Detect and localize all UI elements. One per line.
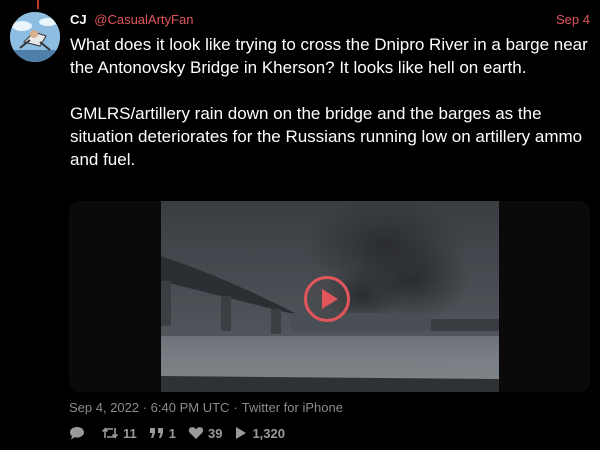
avatar-image <box>10 12 60 62</box>
comment-icon <box>70 427 84 440</box>
like-count: 39 <box>207 425 223 441</box>
retweet-icon <box>101 427 119 439</box>
avatar[interactable] <box>10 12 60 62</box>
play-count-icon <box>236 427 247 439</box>
meta-separator: · <box>233 400 238 415</box>
video-player[interactable] <box>69 201 590 392</box>
views-button[interactable]: 1,320 <box>234 426 285 441</box>
like-button[interactable]: 39 <box>188 426 222 441</box>
heart-icon <box>188 427 204 439</box>
play-button[interactable] <box>304 276 350 322</box>
quote-button[interactable]: 1 <box>149 426 176 441</box>
play-icon <box>322 289 338 309</box>
quote-count: 1 <box>168 425 176 441</box>
tweet-text: What does it look like trying to cross t… <box>70 35 588 169</box>
quote-icon <box>149 428 163 438</box>
view-count: 1,320 <box>252 425 285 441</box>
thread-line <box>37 0 39 9</box>
retweet-button[interactable]: 11 <box>101 426 137 441</box>
tweet-timestamp[interactable]: Sep 4, 2022 · 6:40 PM UTC <box>69 400 229 415</box>
tweet-source: Twitter for iPhone <box>241 400 343 415</box>
author-name[interactable]: CJ <box>70 12 87 27</box>
retweet-count: 11 <box>123 425 137 441</box>
tweet-actions: 11 1 39 1,320 <box>69 424 297 442</box>
author-handle[interactable]: @CasualArtyFan <box>94 12 193 27</box>
tweet-date[interactable]: Sep 4 <box>556 11 590 29</box>
reply-button[interactable] <box>69 426 89 440</box>
tweet-header: CJ @CasualArtyFan Sep 4 <box>70 11 590 29</box>
tweet-meta: Sep 4, 2022 · 6:40 PM UTC · Twitter for iP… <box>69 399 343 416</box>
